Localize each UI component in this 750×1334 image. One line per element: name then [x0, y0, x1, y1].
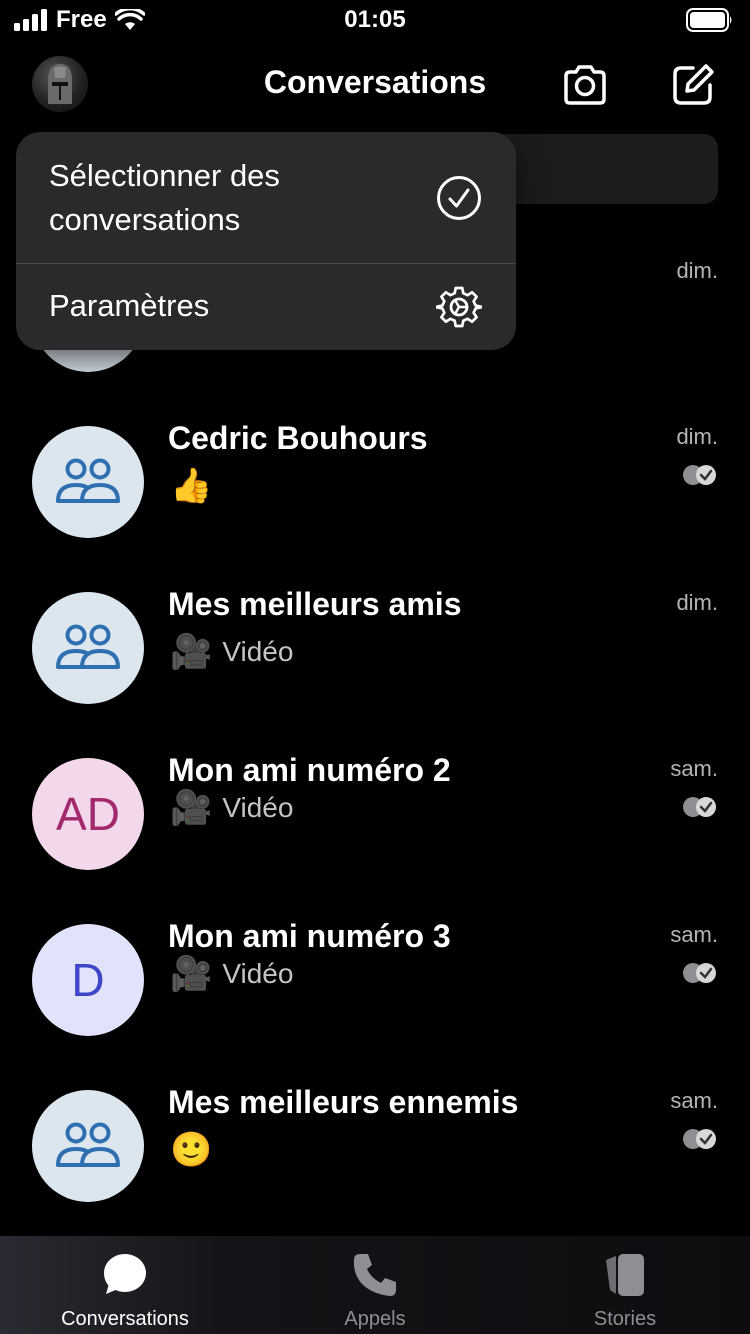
conversation-name: Mes meilleurs ennemis: [168, 1084, 519, 1120]
menu-item-settings[interactable]: Paramètres: [16, 264, 516, 350]
chat-bubble-icon: [104, 1254, 146, 1294]
avatar-initials: D: [71, 954, 105, 1006]
conversation-row[interactable]: D Mon ami numéro 3 sam. 🎥 Vidéo: [0, 894, 750, 1054]
conversation-avatar: [32, 1090, 144, 1202]
conversation-row[interactable]: Cedric Bouhours dim. 👍: [0, 396, 750, 556]
menu-item-select-conversations[interactable]: Sélectionner des conversations: [16, 132, 516, 263]
preview-text: Vidéo: [222, 958, 294, 989]
conversation-name: Mon ami numéro 2: [168, 752, 451, 788]
preview-text: Vidéo: [222, 792, 294, 823]
tab-label: Appels: [344, 1308, 406, 1330]
conversation-row[interactable]: Mes meilleurs ennemis sam. 🙂: [0, 1060, 750, 1220]
video-camera-emoji: 🎥: [170, 633, 213, 671]
tab-bar: Conversations Appels Stories: [0, 1236, 750, 1334]
conversation-avatar: D: [32, 924, 144, 1036]
status-bar: Free 01:05: [0, 0, 750, 44]
avatar-initials: AD: [56, 788, 120, 840]
read-receipt-icon: [683, 465, 716, 485]
menu-item-label: Paramètres: [49, 288, 210, 323]
phone-icon: [353, 1254, 396, 1296]
checkmark-circle-icon: [437, 176, 481, 220]
conversation-date: dim.: [676, 424, 718, 449]
conversation-date: dim.: [676, 590, 718, 615]
conversation-avatar: AD: [32, 758, 144, 870]
tab-label: Stories: [593, 1308, 657, 1330]
conversation-date: sam.: [670, 756, 718, 781]
battery-icon: [686, 8, 734, 37]
conversation-date: dim.: [676, 258, 718, 283]
conversation-date: sam.: [670, 922, 718, 947]
conversation-row[interactable]: AD Mon ami numéro 2 sam. 🎥 Vidéo: [0, 728, 750, 888]
message-preview: 👍: [170, 466, 212, 506]
context-menu: Sélectionner des conversations Paramètre…: [16, 132, 516, 350]
conversation-avatar: [32, 592, 144, 704]
conversation-date: sam.: [670, 1088, 718, 1113]
settings-gear-icon: [436, 286, 482, 328]
video-camera-emoji: 🎥: [170, 955, 213, 993]
camera-button[interactable]: [560, 60, 610, 110]
smile-emoji: 🙂: [170, 1131, 213, 1169]
thumbs-up-emoji: 👍: [170, 467, 213, 505]
conversation-row[interactable]: Mes meilleurs amis dim. 🎥 Vidéo: [0, 562, 750, 722]
stories-icon: [606, 1254, 644, 1296]
group-icon: [56, 458, 120, 503]
message-preview: 🎥 Vidéo: [170, 788, 293, 828]
tab-label: Conversations: [61, 1308, 189, 1330]
group-icon: [56, 624, 120, 669]
nav-header: Conversations: [0, 50, 750, 120]
read-receipt-icon: [683, 1129, 716, 1149]
message-preview: 🎥 Vidéo: [170, 954, 293, 994]
tab-conversations[interactable]: Conversations: [0, 1236, 250, 1334]
status-time: 01:05: [344, 6, 406, 33]
tab-calls[interactable]: Appels: [250, 1236, 500, 1334]
group-icon: [56, 1122, 120, 1167]
read-receipt-icon: [683, 797, 716, 817]
compose-icon: [673, 64, 714, 105]
message-preview: 🙂: [170, 1130, 212, 1170]
tab-stories[interactable]: Stories: [500, 1236, 750, 1334]
conversation-name: Mon ami numéro 3: [168, 918, 451, 954]
compose-button[interactable]: [668, 60, 718, 110]
conversation-name: Cedric Bouhours: [168, 420, 428, 456]
read-receipt-icon: [683, 963, 716, 983]
conversation-avatar: [32, 426, 144, 538]
camera-icon: [564, 65, 606, 105]
page-title: Conversations: [263, 64, 487, 100]
message-preview: 🎥 Vidéo: [170, 632, 293, 672]
preview-text: Vidéo: [222, 636, 294, 667]
menu-item-label: Sélectionner des conversations: [49, 158, 280, 237]
conversation-name: Mes meilleurs amis: [168, 586, 462, 622]
video-camera-emoji: 🎥: [170, 789, 213, 827]
